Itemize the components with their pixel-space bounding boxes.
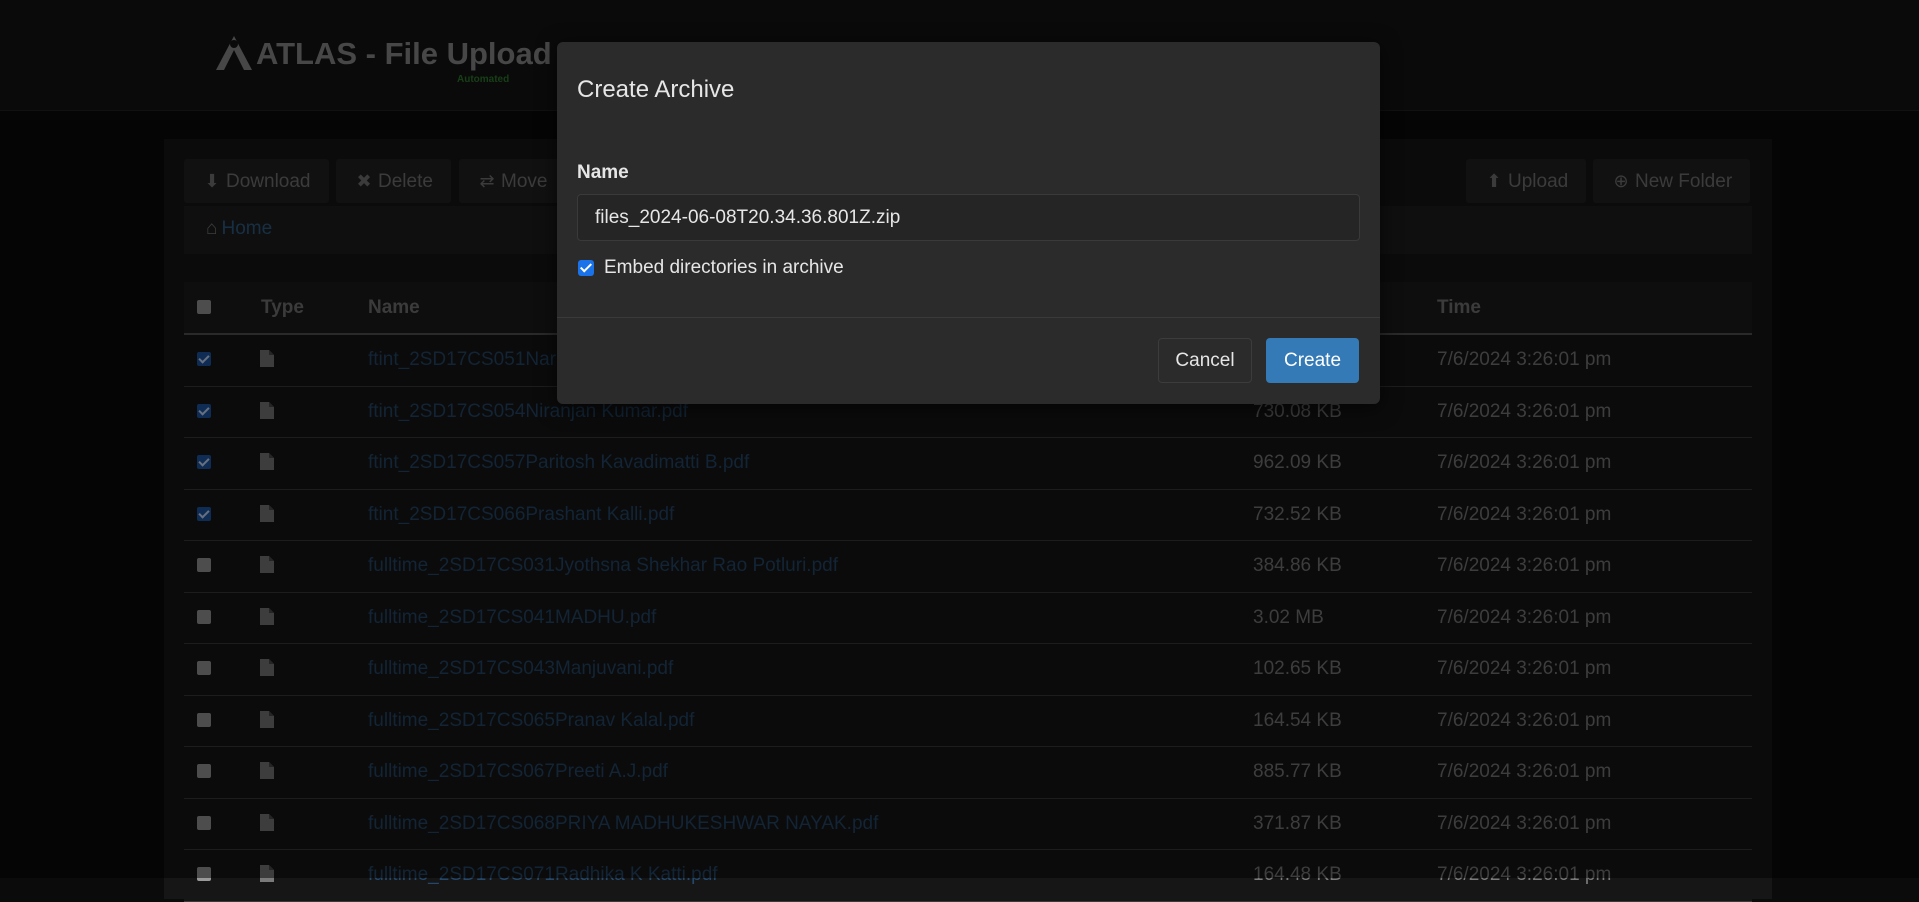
dialog-title: Create Archive (577, 76, 735, 103)
archive-name-input[interactable] (577, 194, 1360, 241)
archive-name-label: Name (577, 162, 629, 183)
cancel-button[interactable]: Cancel (1158, 338, 1252, 383)
embed-directories-checkbox[interactable] (578, 260, 594, 276)
dialog-divider (557, 317, 1380, 318)
create-archive-dialog: Create Archive Name Embed directories in… (557, 42, 1380, 404)
embed-directories-label[interactable]: Embed directories in archive (604, 257, 844, 279)
create-button[interactable]: Create (1266, 338, 1359, 383)
